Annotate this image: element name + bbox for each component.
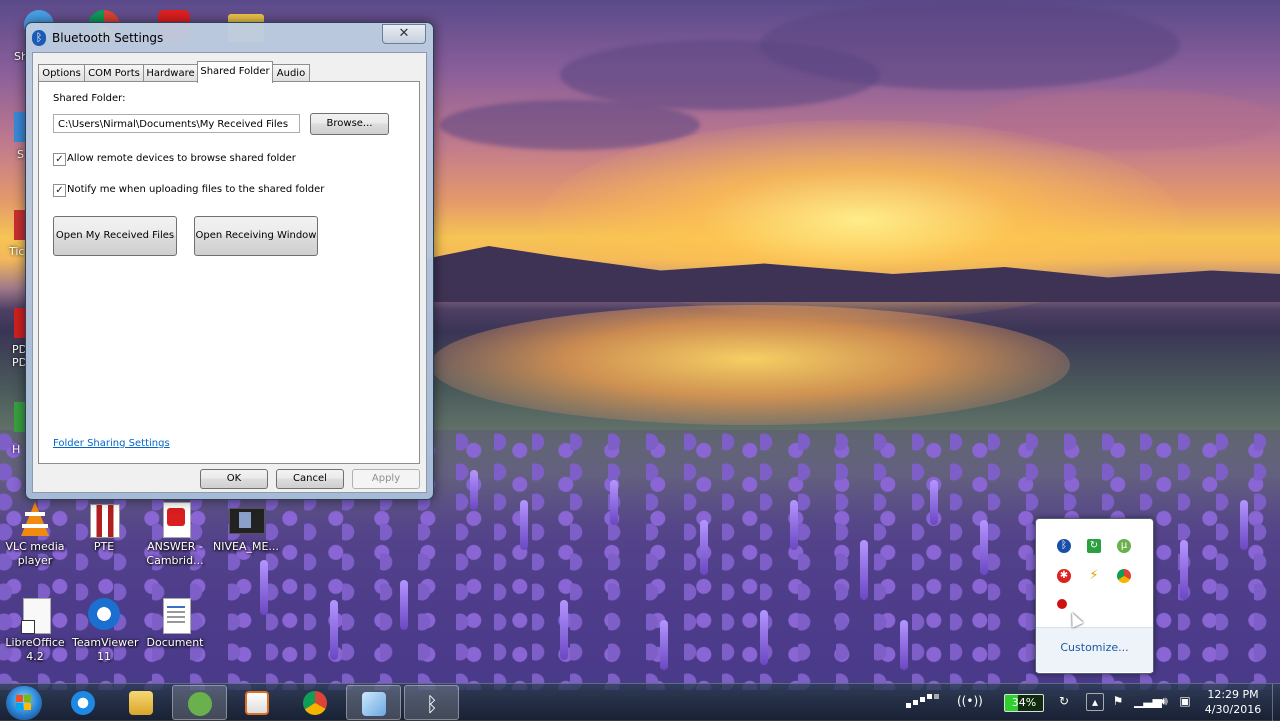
action-center-flag-icon[interactable]: ⚑ (1110, 693, 1126, 709)
desktop-icon-document[interactable]: Document (143, 598, 207, 650)
taskbar-media-player[interactable] (230, 685, 285, 720)
taskbar-bluetooth[interactable]: ᛒ (404, 685, 459, 720)
desktop-icon-label: PTE (93, 540, 115, 553)
document-icon (157, 598, 193, 634)
green-sync-icon[interactable]: ↻ (1087, 539, 1101, 553)
bluetooth-settings-window: ᛒ Bluetooth Settings ✕ Options COM Ports… (25, 22, 434, 500)
teamviewer-icon (86, 598, 122, 634)
browse-button[interactable]: Browse... (310, 113, 389, 135)
notify-label: Notify me when uploading files to the sh… (67, 184, 325, 195)
sync-icon[interactable]: ↻ (1056, 693, 1072, 709)
taskbar-file-explorer[interactable] (114, 685, 169, 720)
title-bar[interactable]: ᛒ Bluetooth Settings ✕ (26, 23, 433, 51)
taskbar: ᛒ ((•)) 34% ↻ ▴ ⚑ ▁▃▅ 🔊︎ ▣ 12:29 PM 4/30… (0, 683, 1280, 721)
clock-time: 12:29 PM (1207, 688, 1259, 701)
desktop-icon-label: TeamViewer 11 (72, 636, 139, 663)
dialog-client: Options COM Ports Hardware Shared Folder… (32, 52, 427, 493)
clipped-label: H (12, 443, 21, 456)
tab-shared-folder[interactable]: Shared Folder (197, 61, 273, 83)
desktop-icon-answer[interactable]: ANSWER - Cambrid... (143, 502, 207, 568)
utorrent-icon[interactable]: µ (1117, 539, 1131, 553)
signal-bars-icon[interactable]: ▁▃▅ (1134, 693, 1162, 709)
start-button[interactable] (6, 686, 42, 720)
taskbar-chrome[interactable] (288, 685, 343, 720)
clipped-label: S (17, 148, 24, 161)
desktop-icon-nivea[interactable]: NIVEA_ME... (213, 502, 279, 554)
chrome-icon (303, 691, 327, 715)
allow-remote-label: Allow remote devices to browse shared fo… (67, 153, 296, 164)
flash-icon[interactable]: ⚡ (1087, 569, 1101, 583)
pte-icon (86, 502, 122, 538)
desktop-icon-vlc[interactable]: VLC media player (3, 502, 67, 568)
tab-hardware[interactable]: Hardware (143, 64, 198, 82)
desktop-icon-teamviewer[interactable]: TeamViewer 11 (72, 598, 139, 664)
notify-checkbox[interactable]: ✓ (53, 184, 66, 197)
taskbar-internet-explorer[interactable] (56, 685, 111, 720)
desktop-icon-pte[interactable]: PTE (72, 502, 136, 554)
red-dot-icon[interactable] (1057, 599, 1067, 609)
shared-folder-label: Shared Folder: (53, 93, 126, 104)
pdf-icon (157, 502, 193, 538)
close-button[interactable]: ✕ (382, 24, 426, 44)
customize-link[interactable]: Customize... (1036, 627, 1153, 672)
clipped-label: Tic (9, 245, 25, 258)
libreoffice-icon (17, 598, 53, 634)
bluetooth-icon: ᛒ (426, 692, 438, 716)
chrome-remote-icon[interactable] (1117, 569, 1131, 583)
utorrent-icon (188, 692, 212, 716)
ok-button[interactable]: OK (200, 469, 268, 489)
show-desktop-button[interactable] (1272, 684, 1280, 721)
open-received-files-button[interactable]: Open My Received Files (53, 216, 177, 256)
notepad-icon (362, 692, 386, 716)
desktop-icon-label: ANSWER - Cambrid... (146, 540, 204, 567)
cancel-button[interactable]: Cancel (276, 469, 344, 489)
desktop-icon-label: LibreOffice 4.2 (5, 636, 65, 663)
shared-folder-panel: Shared Folder: C:\Users\Nirmal\Documents… (38, 81, 420, 464)
bluetooth-icon: ᛒ (32, 30, 46, 46)
desktop-icon-label: Document (146, 636, 204, 649)
bluetooth-icon[interactable]: ᛒ (1057, 539, 1071, 553)
tray-overflow-flyout: ᛒ ↻ µ ✱ ⚡ Customize... (1035, 518, 1154, 674)
volume-icon[interactable]: 🔊︎ (1156, 693, 1172, 709)
window-title: Bluetooth Settings (52, 31, 164, 45)
desktop-icon-label: VLC media player (5, 540, 65, 567)
desktop-icon-label: NIVEA_ME... (213, 540, 279, 553)
close-icon: ✕ (398, 26, 410, 41)
tab-options[interactable]: Options (38, 64, 85, 82)
folder-sharing-settings-link[interactable]: Folder Sharing Settings (53, 438, 170, 449)
vlc-icon (17, 502, 53, 538)
windows-logo-icon (16, 695, 23, 702)
allow-remote-checkbox[interactable]: ✓ (53, 153, 66, 166)
power-icon[interactable]: ▣ (1177, 693, 1193, 709)
media-player-icon (245, 691, 269, 715)
internet-explorer-icon (71, 691, 95, 715)
tab-com-ports[interactable]: COM Ports (84, 64, 144, 82)
red-antivirus-icon[interactable]: ✱ (1057, 569, 1071, 583)
desktop-icon-libreoffice[interactable]: LibreOffice 4.2 (3, 598, 67, 664)
taskbar-utorrent[interactable] (172, 685, 227, 720)
shared-folder-path-field[interactable]: C:\Users\Nirmal\Documents\My Received Fi… (53, 114, 300, 133)
file-explorer-icon (129, 691, 153, 715)
show-hidden-icons-button[interactable]: ▴ (1086, 693, 1104, 711)
battery-indicator[interactable]: 34% (1004, 694, 1044, 712)
wifi-icon[interactable]: ((•)) (957, 693, 983, 709)
network-signal-icon[interactable] (904, 693, 944, 709)
taskbar-notepad[interactable] (346, 685, 401, 720)
clock[interactable]: 12:29 PM 4/30/2016 (1198, 687, 1268, 717)
open-receiving-window-button[interactable]: Open Receiving Window (194, 216, 318, 256)
tab-audio[interactable]: Audio (272, 64, 310, 82)
apply-button[interactable]: Apply (352, 469, 420, 489)
video-icon (227, 502, 265, 538)
clock-date: 4/30/2016 (1204, 703, 1262, 716)
